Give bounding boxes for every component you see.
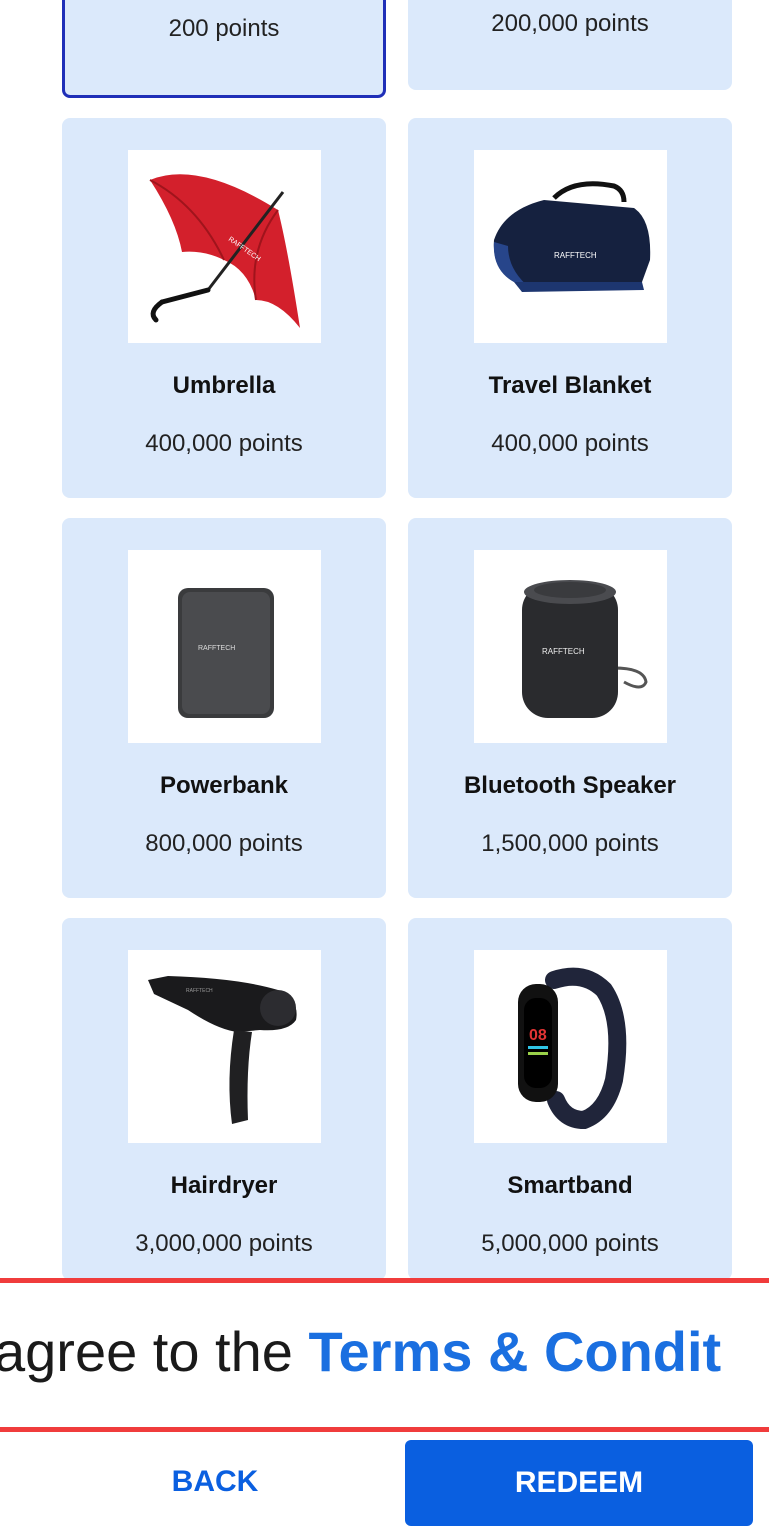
bottom-action-bar: BACK REDEEM <box>0 1432 769 1526</box>
reward-card-200000-points[interactable]: 200,000 points <box>408 0 732 90</box>
reward-card-hairdryer[interactable]: RAFFTECH Hairdryer 3,000,000 points <box>62 918 386 1280</box>
reward-name: Bluetooth Speaker <box>463 772 677 799</box>
reward-card-umbrella[interactable]: RAFFTECH Umbrella 400,000 points <box>62 118 386 498</box>
brand-logo: RAFFTECH <box>542 647 585 656</box>
watch-time: 08 <box>529 1027 547 1044</box>
brand-logo: RAFFTECH <box>198 645 235 652</box>
smartband-image: 08 <box>474 950 667 1143</box>
bluetooth-speaker-image: RAFFTECH <box>474 550 667 743</box>
reward-card-smartband[interactable]: 08 Smartband 5,000,000 points <box>408 918 732 1280</box>
umbrella-image: RAFFTECH <box>128 150 321 343</box>
reward-points: 200 points <box>168 15 280 42</box>
reward-name: Umbrella <box>172 372 276 399</box>
travel-blanket-image: RAFFTECH <box>474 150 667 343</box>
reward-name: Smartband <box>507 1172 633 1199</box>
reward-card-200-points[interactable]: 200 points <box>62 0 386 98</box>
reward-points: 200,000 points <box>491 10 649 37</box>
reward-points: 800,000 points <box>145 830 303 857</box>
reward-points: 5,000,000 points <box>481 1230 659 1257</box>
reward-card-powerbank[interactable]: RAFFTECH Powerbank 800,000 points <box>62 518 386 898</box>
rewards-grid: 200 points 200,000 points RAFFTECH Umbre… <box>0 0 769 1280</box>
reward-name: Powerbank <box>159 772 289 799</box>
reward-points: 3,000,000 points <box>135 1230 313 1257</box>
terms-prefix: agree to the <box>0 1320 309 1383</box>
back-button[interactable]: BACK <box>62 1442 368 1522</box>
terms-link[interactable]: Terms & Condit <box>308 1320 721 1383</box>
brand-logo: RAFFTECH <box>554 251 597 260</box>
brand-logo: RAFFTECH <box>186 988 213 994</box>
reward-name: Hairdryer <box>170 1172 278 1199</box>
powerbank-image: RAFFTECH <box>128 550 321 743</box>
reward-name: Travel Blanket <box>488 372 652 399</box>
reward-points: 400,000 points <box>491 430 649 457</box>
reward-points: 1,500,000 points <box>481 830 659 857</box>
redeem-button[interactable]: REDEEM <box>405 1440 753 1526</box>
reward-card-bluetooth-speaker[interactable]: RAFFTECH Bluetooth Speaker 1,500,000 poi… <box>408 518 732 898</box>
terms-text: agree to the Terms & Condit <box>0 1319 721 1384</box>
reward-card-travel-blanket[interactable]: RAFFTECH Travel Blanket 400,000 points <box>408 118 732 498</box>
terms-agreement-bar: agree to the Terms & Condit <box>0 1278 769 1432</box>
reward-points: 400,000 points <box>145 430 303 457</box>
hairdryer-image: RAFFTECH <box>128 950 321 1143</box>
